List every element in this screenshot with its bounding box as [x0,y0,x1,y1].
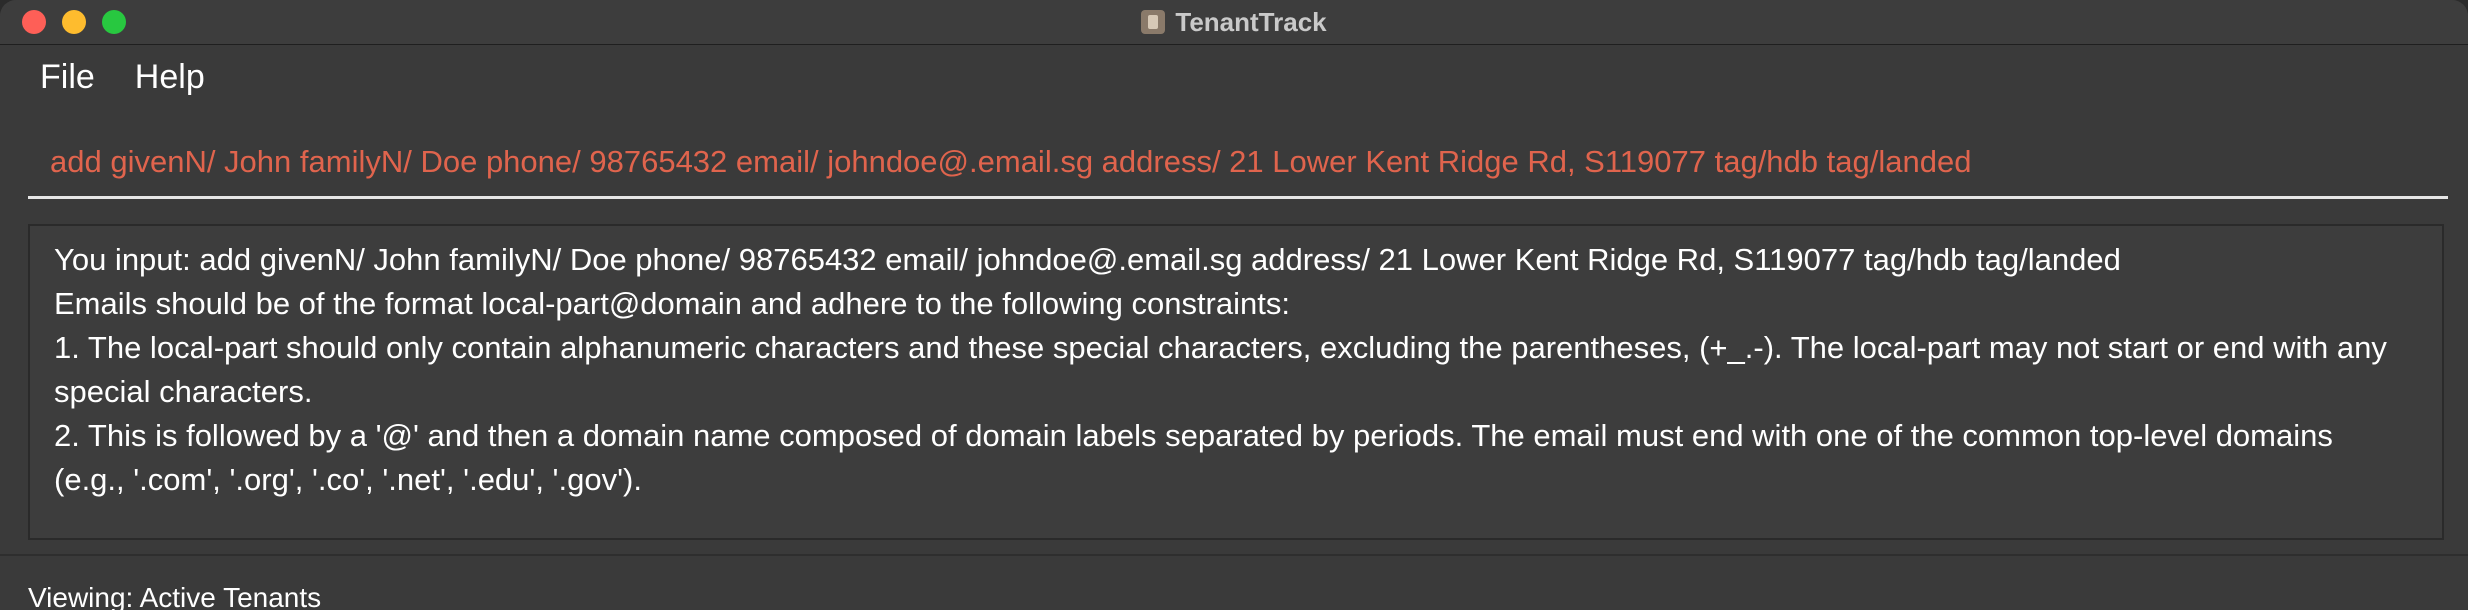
app-window: TenantTrack File Help add givenN/ John f… [0,0,2468,610]
menu-file[interactable]: File [40,58,95,97]
result-display: You input: add givenN/ John familyN/ Doe… [28,224,2444,540]
status-bar: Viewing: Active Tenants [0,554,2468,610]
menu-bar: File Help [0,45,2468,109]
result-line: Emails should be of the format local-par… [54,286,1290,321]
window-title-wrap: TenantTrack [0,0,2468,44]
menu-help[interactable]: Help [135,58,205,97]
window-title: TenantTrack [1175,6,1327,37]
title-bar[interactable]: TenantTrack [0,0,2468,45]
result-line: 1. The local-part should only contain al… [54,330,2387,409]
command-input[interactable]: add givenN/ John familyN/ Doe phone/ 987… [28,128,2448,199]
view-status: Viewing: Active Tenants [28,582,322,610]
app-icon [1141,10,1166,34]
result-line: 2. This is followed by a '@' and then a … [54,418,2333,497]
command-input-text[interactable]: add givenN/ John familyN/ Doe phone/ 987… [50,144,1971,180]
result-text: You input: add givenN/ John familyN/ Doe… [54,238,2392,502]
result-line: You input: add givenN/ John familyN/ Doe… [54,242,2121,277]
